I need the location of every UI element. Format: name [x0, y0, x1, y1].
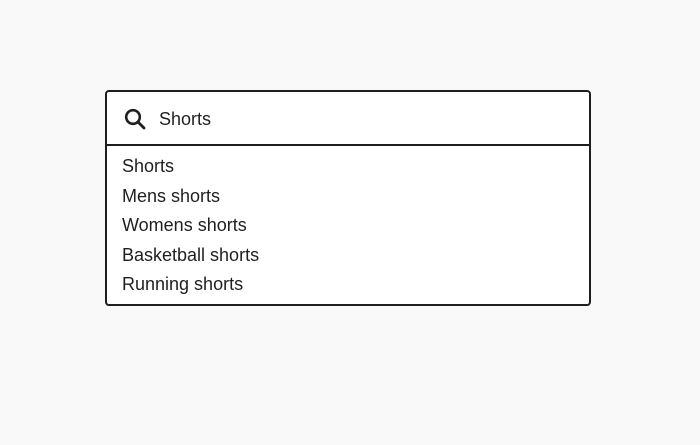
search-input[interactable] — [159, 106, 569, 132]
suggestion-item[interactable]: Running shorts — [107, 270, 589, 300]
suggestion-item[interactable]: Shorts — [107, 152, 589, 182]
suggestion-item[interactable]: Womens shorts — [107, 211, 589, 241]
suggestion-list: Shorts Mens shorts Womens shorts Basketb… — [107, 146, 589, 300]
search-autocomplete: Shorts Mens shorts Womens shorts Basketb… — [105, 90, 591, 306]
suggestion-item[interactable]: Basketball shorts — [107, 241, 589, 271]
suggestion-item[interactable]: Mens shorts — [107, 182, 589, 212]
search-icon — [123, 107, 147, 131]
search-bar — [107, 92, 589, 146]
